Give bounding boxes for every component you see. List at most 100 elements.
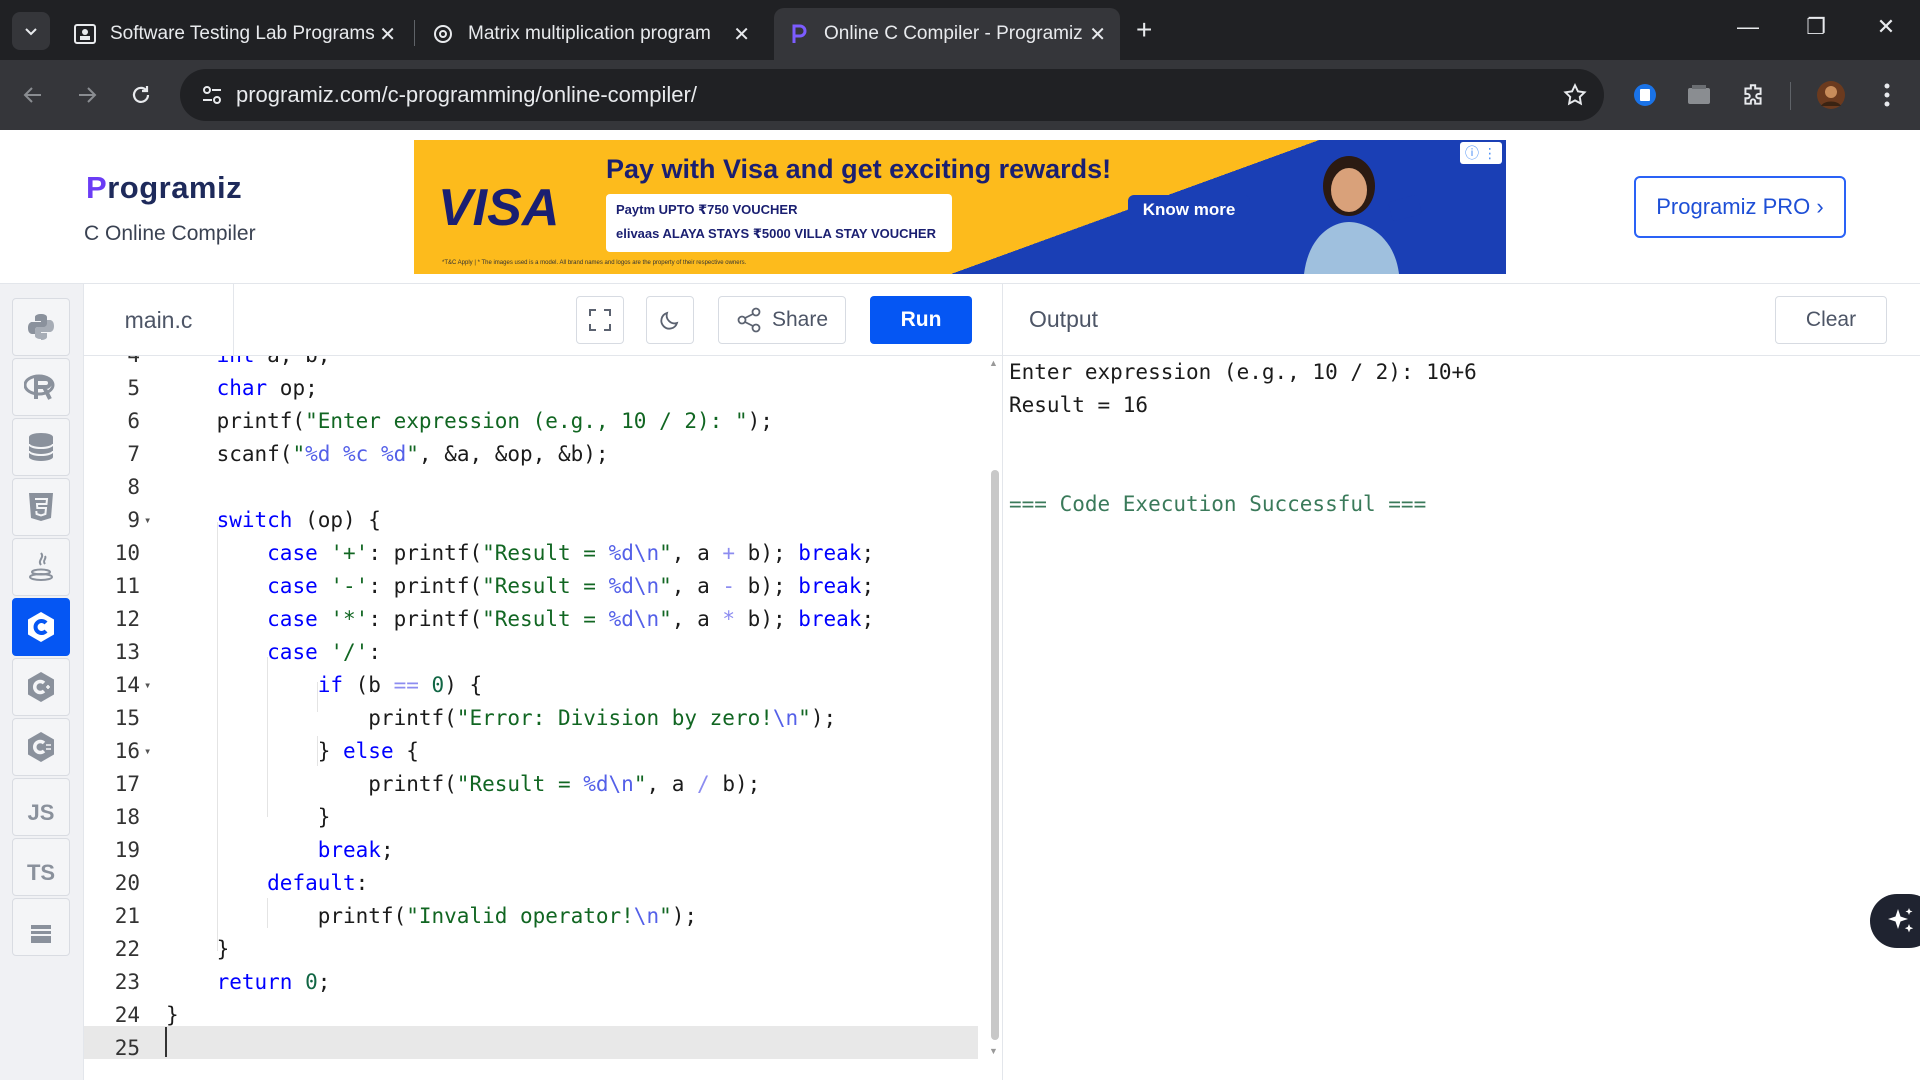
code-token: {	[393, 739, 419, 763]
address-bar[interactable]: programiz.com/c-programming/online-compi…	[180, 69, 1604, 121]
c-icon[interactable]	[12, 598, 70, 656]
output-line: Result = 16	[1009, 393, 1149, 417]
tab-search-button[interactable]	[12, 12, 50, 50]
ad-know-more-button[interactable]: Know more	[1128, 195, 1250, 225]
code-token: }	[166, 805, 331, 829]
extension-icon[interactable]	[1630, 80, 1660, 110]
code-token: %d\n	[608, 541, 660, 565]
code-token: '+'	[330, 541, 369, 565]
code-line: case '/':	[166, 636, 381, 669]
code-token: char	[216, 376, 268, 400]
go-icon[interactable]	[12, 898, 70, 956]
profile-avatar[interactable]	[1816, 80, 1846, 110]
code-token: op;	[267, 376, 318, 400]
code-token: return	[216, 970, 293, 994]
fullscreen-button[interactable]	[576, 296, 624, 344]
line-number: 11	[114, 574, 140, 598]
ad-info-icon[interactable]: ⓘ ⋮	[1460, 142, 1502, 164]
fold-toggle-icon[interactable]: ▾	[144, 504, 151, 537]
close-icon[interactable]: ✕	[1089, 22, 1106, 47]
code-token: *	[722, 607, 736, 631]
code-token: +	[722, 541, 736, 565]
scroll-up-icon[interactable]: ▲	[989, 358, 998, 368]
code-token: %d\n	[608, 574, 660, 598]
tab-matrix-multiplication[interactable]: Matrix multiplication program ✕	[418, 8, 764, 60]
code-token: );	[671, 904, 698, 928]
java-icon[interactable]	[12, 538, 70, 596]
close-window-button[interactable]: ✕	[1866, 14, 1906, 40]
code-line: case '-': printf("Result = %d\n", a - b)…	[166, 570, 874, 603]
code-token: case	[267, 574, 318, 598]
site-header: Programiz C Online Compiler VISA Pay wit…	[0, 130, 1920, 284]
output-line: Enter expression (e.g., 10 / 2): 10+6	[1009, 360, 1477, 384]
run-button[interactable]: Run	[870, 296, 972, 344]
extensions-puzzle-icon[interactable]	[1738, 80, 1768, 110]
share-button[interactable]: Share	[718, 296, 846, 344]
close-icon[interactable]: ✕	[379, 22, 396, 47]
code-token: ;	[861, 541, 875, 565]
advertisement-banner[interactable]: VISA Pay with Visa and get exciting rewa…	[414, 140, 1506, 274]
browser-menu-icon[interactable]	[1872, 80, 1902, 110]
code-token: b);	[735, 541, 799, 565]
html5-icon[interactable]	[12, 478, 70, 536]
code-line: default:	[166, 867, 368, 900]
database-icon[interactable]	[12, 418, 70, 476]
reload-button[interactable]	[126, 80, 156, 110]
cpp-icon[interactable]	[12, 658, 70, 716]
fold-toggle-icon[interactable]: ▾	[144, 669, 151, 702]
code-line: scanf("%d %c %d", &a, &op, &b);	[166, 438, 609, 471]
tab-title: Software Testing Lab Programs	[110, 23, 375, 44]
code-token: case	[267, 640, 318, 664]
close-icon[interactable]: ✕	[733, 22, 750, 47]
code-token: scanf(	[166, 442, 293, 466]
page-subtitle: C Online Compiler	[84, 222, 256, 245]
bookmark-star-icon[interactable]	[1562, 82, 1588, 113]
programiz-pro-button[interactable]: Programiz PRO ›	[1634, 176, 1846, 238]
file-tab-main-c[interactable]: main.c	[84, 284, 234, 356]
csharp-icon[interactable]	[12, 718, 70, 776]
code-token: printf(	[166, 409, 306, 433]
code-token: );	[747, 409, 773, 433]
output-title: Output	[1029, 306, 1099, 332]
site-settings-icon[interactable]	[200, 83, 224, 112]
scrollbar-thumb[interactable]	[991, 470, 999, 1040]
ai-assistant-button[interactable]	[1870, 894, 1920, 948]
scroll-down-icon[interactable]: ▼	[989, 1046, 998, 1056]
fold-toggle-icon[interactable]: ▾	[144, 735, 151, 768]
r-icon[interactable]	[12, 358, 70, 416]
code-line: return 0;	[166, 966, 331, 999]
tab-group-icon[interactable]	[1684, 80, 1714, 110]
code-token: , &a, &op, &b);	[418, 442, 609, 466]
restore-button[interactable]: ❐	[1796, 14, 1836, 40]
code-line: int a, b;	[166, 356, 331, 372]
tab-software-testing[interactable]: Software Testing Lab Programs ✕	[60, 8, 410, 60]
python-icon[interactable]	[12, 298, 70, 356]
programiz-logo[interactable]: Programiz	[86, 170, 242, 206]
ad-brand: VISA	[438, 179, 560, 237]
tab-online-c-compiler[interactable]: Online C Compiler - Programiz ✕	[774, 8, 1120, 60]
line-number: 9	[127, 508, 140, 532]
dark-mode-button[interactable]	[646, 296, 694, 344]
chatgpt-icon	[432, 23, 454, 45]
forward-button[interactable]	[72, 80, 102, 110]
code-editor[interactable]: 4 5 6 7 8 9 10 11 12 13 14 15 16 17 18 1…	[84, 356, 990, 1080]
code-token: switch	[216, 508, 293, 532]
line-number: 20	[114, 871, 140, 895]
line-number: 15	[114, 706, 140, 730]
typescript-icon[interactable]: TS	[12, 838, 70, 896]
reload-icon	[132, 86, 150, 103]
back-button[interactable]	[18, 80, 48, 110]
output-console[interactable]: Enter expression (e.g., 10 / 2): 10+6 Re…	[1002, 356, 1920, 1080]
editor-scrollbar[interactable]: ▲ ▼	[988, 358, 1002, 1058]
javascript-icon[interactable]: JS	[12, 778, 70, 836]
minimize-button[interactable]: —	[1728, 14, 1768, 40]
execution-status: === Code Execution Successful ===	[1009, 492, 1427, 516]
code-line: char op;	[166, 372, 318, 405]
code-token: );	[810, 706, 837, 730]
clear-button[interactable]: Clear	[1775, 296, 1887, 344]
new-tab-button[interactable]: +	[1136, 14, 1152, 46]
